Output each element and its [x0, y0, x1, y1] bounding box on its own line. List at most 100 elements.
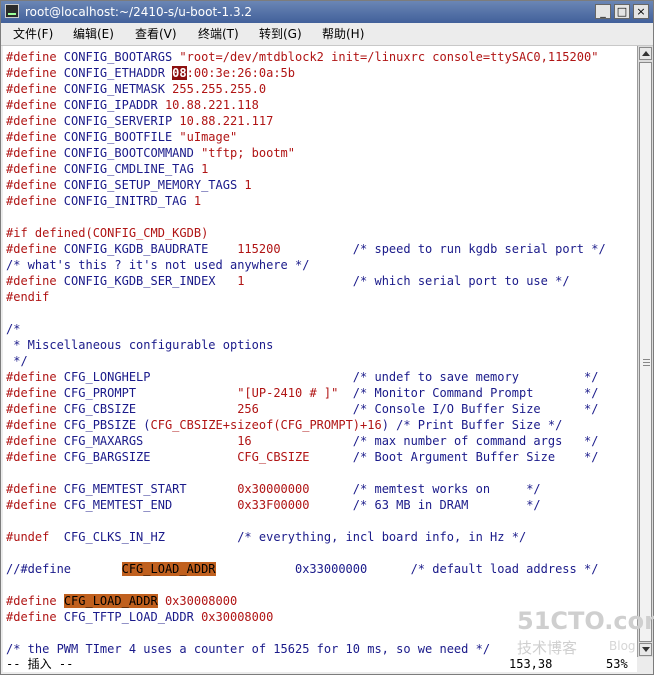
code-token: 1 [193, 194, 202, 208]
code-token: #define [6, 274, 57, 288]
code-token: 1 [201, 162, 209, 176]
scroll-thumb[interactable] [639, 62, 652, 642]
code-token: #define [6, 498, 57, 512]
menu-edit[interactable]: 编辑(E) [73, 26, 114, 42]
watermark-logo: 51CTO.com [517, 607, 654, 635]
scroll-down-arrow-icon[interactable] [639, 643, 652, 656]
code-token: #define [6, 450, 57, 464]
code-token: #define [6, 418, 57, 432]
code-token: CFG_MEMTEST_START [56, 482, 238, 496]
menu-help[interactable]: 帮助(H) [322, 26, 364, 42]
code-token: "uImage" [179, 130, 238, 144]
code-line: #define CONFIG_SETUP_MEMORY_TAGS 1 [6, 177, 252, 193]
code-token: :00:3e:26:0a:5b [186, 66, 295, 80]
code-token: 0x33000000 /* default load address */ [215, 562, 599, 576]
code-token: #endif [6, 290, 50, 304]
code-line: #define CONFIG_BOOTCOMMAND "tftp; bootm" [6, 145, 295, 161]
code-token: #define [6, 594, 57, 608]
code-token: #define [6, 178, 57, 192]
code-token: 16 [237, 434, 252, 448]
menu-terminal[interactable]: 终端(T) [198, 26, 239, 42]
vertical-scrollbar[interactable] [637, 46, 653, 657]
menu-goto[interactable]: 转到(G) [259, 26, 302, 42]
code-token: #if defined(CONFIG_CMD_KGDB) [6, 226, 209, 240]
code-token: */ [6, 354, 28, 368]
code-token: 0x30008000 [201, 610, 274, 624]
code-token: /* Monitor Command Prompt */ [338, 386, 599, 400]
code-token: 1 [244, 178, 252, 192]
cursor-position: 153,38 [509, 657, 553, 671]
code-token: #define [6, 242, 57, 256]
menu-view[interactable]: 查看(V) [135, 26, 177, 42]
scroll-up-arrow-icon[interactable] [639, 47, 652, 60]
watermark-blog: Blog [609, 639, 636, 653]
code-token: #define [6, 130, 57, 144]
maximize-button[interactable]: □ [614, 4, 630, 19]
code-token: /* max number of command args */ [251, 434, 599, 448]
close-button[interactable]: × [633, 4, 649, 19]
code-line: #define CONFIG_SERVERIP 10.88.221.117 [6, 113, 273, 129]
code-token: /* speed to run kgdb serial port */ [280, 242, 606, 256]
code-token: CFG_MEMTEST_END [56, 498, 238, 512]
code-token: CONFIG_ETHADDR [56, 66, 173, 80]
code-token: /* Console I/O Buffer Size */ [258, 402, 599, 416]
watermark-subtitle: 技术博客 [517, 639, 578, 657]
code-token: #define [6, 610, 57, 624]
code-line: #define CFG_MAXARGS 16 /* max number of … [6, 433, 598, 449]
code-token: 0x33F00000 [237, 498, 310, 512]
code-line: #define CFG_CBSIZE 256 /* Console I/O Bu… [6, 401, 598, 417]
code-token: CONFIG_IPADDR [56, 98, 165, 112]
terminal-window: root@localhost:~/2410-s/u-boot-1.3.2 _ □… [0, 0, 654, 675]
code-token: CONFIG_BOOTARGS [56, 50, 180, 64]
code-token: CONFIG_NETMASK [56, 82, 173, 96]
code-line: #undef CFG_CLKS_IN_HZ /* everything, inc… [6, 529, 526, 545]
code-token: CFG_PBSIZE ( [56, 418, 151, 432]
code-line: #define CONFIG_KGDB_BAUDRATE 115200 /* s… [6, 241, 606, 257]
menu-bar: 文件(F) 编辑(E) 查看(V) 终端(T) 转到(G) 帮助(H) [1, 23, 653, 46]
code-line: /* [6, 321, 20, 337]
code-line: #define CFG_PBSIZE (CFG_CBSIZE+sizeof(CF… [6, 417, 562, 433]
minimize-button[interactable]: _ [595, 4, 611, 19]
code-token: #define [6, 82, 57, 96]
scroll-grip [643, 362, 650, 363]
code-line: * Miscellaneous configurable options [6, 337, 273, 353]
code-line: #define CONFIG_CMDLINE_TAG 1 [6, 161, 208, 177]
code-token: "[UP-2410 # ]" [237, 386, 339, 400]
code-line: /* what's this ? it's not used anywhere … [6, 257, 309, 273]
code-token: /* what's this ? it's not used anywhere … [6, 258, 310, 272]
code-line: #define CFG_MEMTEST_END 0x33F00000 /* 63… [6, 497, 541, 513]
scroll-grip [643, 365, 650, 366]
code-token: //#define [6, 562, 122, 576]
code-token: CFG_CLKS_IN_HZ /* everything, incl board… [49, 530, 527, 544]
terminal-text-area[interactable]: #define CONFIG_BOOTARGS "root=/dev/mtdbl… [3, 46, 637, 657]
code-token: /* 63 MB in DRAM */ [309, 498, 541, 512]
code-token: "tftp; bootm" [201, 146, 295, 160]
code-token: 0x30008000 [157, 594, 238, 608]
code-token: CONFIG_SETUP_MEMORY_TAGS [56, 178, 245, 192]
code-line: #define CFG_MEMTEST_START 0x30000000 /* … [6, 481, 541, 497]
code-line: //#define CFG_LOAD_ADDR 0x33000000 /* de… [6, 561, 598, 577]
code-line: #define CONFIG_IPADDR 10.88.221.118 [6, 97, 259, 113]
menu-file[interactable]: 文件(F) [13, 26, 53, 42]
code-token: #define [6, 194, 57, 208]
code-line: /* the PWM TImer 4 uses a counter of 156… [6, 641, 490, 657]
vim-status-line: -- 插入 -- 153,38 53% [3, 656, 637, 672]
code-token: CFG_CBSIZE+sizeof(CFG_PROMPT)+16 [150, 418, 382, 432]
code-line: #define CONFIG_NETMASK 255.255.255.0 [6, 81, 266, 97]
code-token: /* Boot Argument Buffer Size */ [309, 450, 599, 464]
code-token: #define [6, 66, 57, 80]
search-highlight: CFG_LOAD_ADDR [121, 562, 216, 576]
insert-mode-indicator: -- 插入 -- [6, 657, 74, 671]
code-token: #define [6, 370, 57, 384]
code-token: 115200 [237, 242, 281, 256]
title-bar[interactable]: root@localhost:~/2410-s/u-boot-1.3.2 _ □… [1, 1, 653, 23]
code-token: #define [6, 146, 57, 160]
code-token: CFG_LONGHELP /* undef to save memory */ [56, 370, 599, 384]
code-token: #define [6, 386, 57, 400]
code-token: CFG_PROMPT [56, 386, 238, 400]
code-line: #define CONFIG_KGDB_SER_INDEX 1 /* which… [6, 273, 570, 289]
code-token: #define [6, 98, 57, 112]
code-token: 256 [237, 402, 259, 416]
code-token: /* [6, 322, 21, 336]
code-token: #define [6, 482, 57, 496]
